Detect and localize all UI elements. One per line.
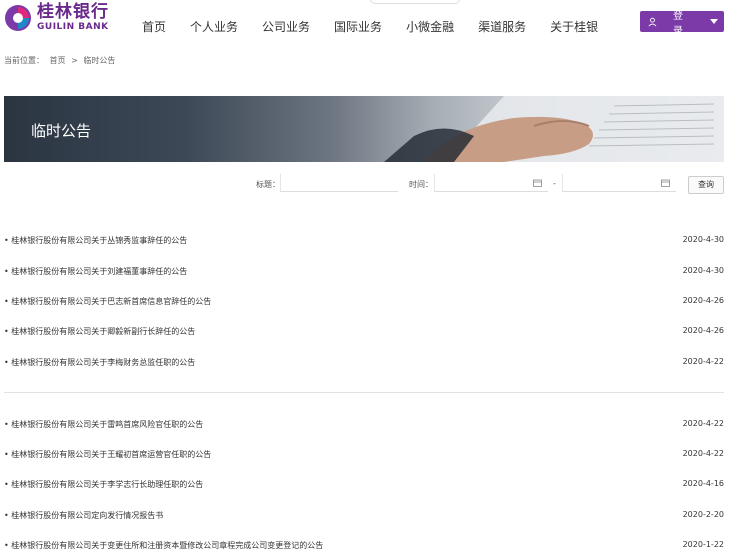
- site-header: 桂林银行 GUILIN BANK 首页 个人业务 公司业务 国际业务 小微金融 …: [0, 0, 734, 44]
- bank-name-cn: 桂林银行: [37, 2, 109, 22]
- bank-name-en: GUILIN BANK: [37, 22, 109, 32]
- announcement-date: 2020-4-30: [682, 266, 724, 275]
- list-item[interactable]: • 桂林银行股份有限公司关于李学志行长助理任职的公告 2020-4-16: [4, 477, 724, 491]
- login-button[interactable]: 登 录: [640, 11, 724, 37]
- time-label: 时间：: [409, 180, 433, 189]
- nav-item-home[interactable]: 首页: [142, 18, 166, 35]
- top-search-box[interactable]: [370, 0, 460, 4]
- announcement-date: 2020-4-22: [682, 357, 724, 366]
- breadcrumb-separator: >: [71, 56, 78, 65]
- list-item[interactable]: • 桂林银行股份有限公司关于王耀初首席运营官任职的公告 2020-4-22: [4, 447, 724, 461]
- nav-item-micro-finance[interactable]: 小微金融: [406, 18, 454, 35]
- announcement-date: 2020-1-22: [682, 540, 724, 549]
- announcement-title[interactable]: • 桂林银行股份有限公司关于刘建福董事辞任的公告: [4, 266, 187, 277]
- breadcrumb: 当前位置： 首页 > 临时公告: [4, 55, 118, 66]
- query-button[interactable]: 查询: [688, 176, 724, 194]
- list-item[interactable]: • 桂林银行股份有限公司关于雷鸣首席风险官任职的公告 2020-4-22: [4, 417, 724, 431]
- announcement-date: 2020-4-26: [682, 296, 724, 305]
- announcement-title[interactable]: • 桂林银行股份有限公司关于李学志行长助理任职的公告: [4, 479, 203, 490]
- bank-logo-mark: [4, 4, 32, 32]
- list-item[interactable]: • 桂林银行股份有限公司关于卿毅新副行长辞任的公告 2020-4-26: [4, 324, 724, 338]
- calendar-icon[interactable]: [661, 179, 670, 187]
- announcement-date: 2020-2-20: [682, 510, 724, 519]
- banner-newspaper-image: [384, 96, 724, 162]
- list-item[interactable]: • 桂林银行股份有限公司定向发行情况报告书 2020-2-20: [4, 508, 724, 522]
- nav-item-personal[interactable]: 个人业务: [190, 18, 238, 35]
- date-range-dash: -: [553, 179, 556, 188]
- announcement-title[interactable]: • 桂林银行股份有限公司关于变更住所和注册资本暨修改公司章程完成公司变更登记的公…: [4, 540, 323, 551]
- announcement-title[interactable]: • 桂林银行股份有限公司定向发行情况报告书: [4, 510, 163, 521]
- chevron-down-icon: [710, 19, 718, 24]
- announcement-date: 2020-4-16: [682, 479, 724, 488]
- list-item[interactable]: • 桂林银行股份有限公司关于刘建福董事辞任的公告 2020-4-30: [4, 264, 724, 278]
- page-banner: 临时公告: [4, 96, 724, 162]
- announcement-date: 2020-4-22: [682, 419, 724, 428]
- announcement-date: 2020-4-22: [682, 449, 724, 458]
- breadcrumb-prefix: 当前位置：: [4, 56, 44, 65]
- title-label: 标题：: [256, 180, 280, 189]
- banner-title: 临时公告: [31, 122, 92, 140]
- announcement-title[interactable]: • 桂林银行股份有限公司关于李梅财务总监任职的公告: [4, 357, 195, 368]
- list-item[interactable]: • 桂林银行股份有限公司关于变更住所和注册资本暨修改公司章程完成公司变更登记的公…: [4, 538, 724, 552]
- nav-item-channels[interactable]: 渠道服务: [478, 18, 526, 35]
- calendar-icon[interactable]: [533, 179, 542, 187]
- list-item[interactable]: • 桂林银行股份有限公司关于李梅财务总监任职的公告 2020-4-22: [4, 355, 724, 369]
- search-bar: 标题： 时间： - 查询: [0, 174, 734, 194]
- breadcrumb-current: 临时公告: [83, 56, 116, 65]
- list-item[interactable]: • 桂林银行股份有限公司关于巴志新首席信息官辞任的公告 2020-4-26: [4, 294, 724, 308]
- announcement-title[interactable]: • 桂林银行股份有限公司关于丛锦秀监事辞任的公告: [4, 235, 187, 246]
- nav-item-about[interactable]: 关于桂银: [550, 18, 598, 35]
- login-label: 登 录: [672, 10, 689, 37]
- end-date-input[interactable]: [562, 174, 676, 192]
- announcement-title[interactable]: • 桂林银行股份有限公司关于王耀初首席运营官任职的公告: [4, 449, 211, 460]
- announcement-date: 2020-4-30: [682, 235, 724, 244]
- announcement-title[interactable]: • 桂林银行股份有限公司关于雷鸣首席风险官任职的公告: [4, 419, 203, 430]
- start-date-input[interactable]: [434, 174, 548, 192]
- announcement-title[interactable]: • 桂林银行股份有限公司关于巴志新首席信息官辞任的公告: [4, 296, 211, 307]
- user-icon: [648, 17, 657, 26]
- breadcrumb-home[interactable]: 首页: [50, 56, 66, 65]
- list-divider: [4, 392, 724, 393]
- announcement-date: 2020-4-26: [682, 326, 724, 335]
- main-nav: 首页 个人业务 公司业务 国际业务 小微金融 渠道服务 关于桂银: [142, 18, 622, 35]
- bank-logo[interactable]: 桂林银行 GUILIN BANK: [4, 4, 109, 32]
- list-item[interactable]: • 桂林银行股份有限公司关于丛锦秀监事辞任的公告 2020-4-30: [4, 233, 724, 247]
- nav-item-corporate[interactable]: 公司业务: [262, 18, 310, 35]
- nav-item-international[interactable]: 国际业务: [334, 18, 382, 35]
- announcement-title[interactable]: • 桂林银行股份有限公司关于卿毅新副行长辞任的公告: [4, 326, 195, 337]
- title-input[interactable]: [280, 174, 398, 192]
